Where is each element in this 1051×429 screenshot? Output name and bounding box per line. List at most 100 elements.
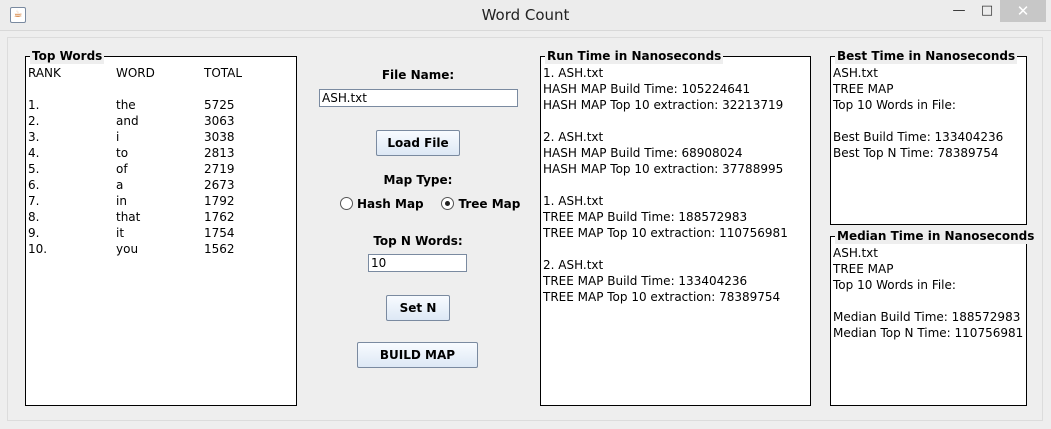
- word-cell: the: [116, 98, 136, 112]
- minimize-button[interactable]: —: [944, 0, 974, 22]
- table-header-row: RANK WORD TOTAL: [28, 65, 294, 81]
- rank-header: RANK: [28, 66, 61, 80]
- total-cell: 1792: [204, 194, 235, 208]
- run-time-line: TREE MAP Build Time: 188572983: [543, 210, 748, 224]
- blank-row: [28, 81, 294, 97]
- best-time-line: Best Top N Time: 78389754: [833, 146, 999, 160]
- run-time-line: 2. ASH.txt: [543, 258, 604, 272]
- table-row: 1. the 5725: [28, 97, 294, 113]
- word-cell: i: [116, 130, 120, 144]
- run-time-line: 1. ASH.txt: [543, 194, 604, 208]
- word-cell: it: [116, 226, 125, 240]
- tree-map-label[interactable]: Tree Map: [458, 197, 520, 211]
- word-cell: you: [116, 242, 139, 256]
- content-panel: Top Words RANK WORD TOTAL 1. the 5725 2. and…: [7, 37, 1043, 421]
- rank-cell: 10.: [28, 242, 48, 256]
- run-time-line: 2. ASH.txt: [543, 130, 604, 144]
- median-time-line: TREE MAP: [833, 262, 894, 276]
- total-cell: 1754: [204, 226, 235, 240]
- rank-cell: 6.: [28, 178, 40, 192]
- word-header: WORD: [116, 66, 155, 80]
- total-cell: 1562: [204, 242, 235, 256]
- median-time-line: Top 10 Words in File:: [833, 278, 956, 292]
- run-time-line: TREE MAP Top 10 extraction: 78389754: [543, 290, 781, 304]
- load-file-button[interactable]: Load File: [376, 130, 460, 156]
- median-time-legend: Median Time in Nanoseconds: [835, 228, 1037, 244]
- best-time-text[interactable]: ASH.txt TREE MAP Top 10 Words in File: Best…: [833, 65, 1024, 222]
- map-type-label: Map Type:: [383, 173, 453, 187]
- hash-map-label[interactable]: Hash Map: [357, 197, 424, 211]
- tree-map-option[interactable]: Tree Map: [441, 196, 534, 211]
- word-cell: of: [116, 162, 128, 176]
- top-words-legend: Top Words: [30, 48, 105, 64]
- maximize-button[interactable]: □: [974, 0, 1000, 22]
- window-title: Word Count: [481, 6, 570, 24]
- run-time-legend: Run Time in Nanoseconds: [545, 48, 724, 64]
- hash-map-radio[interactable]: [340, 197, 353, 210]
- run-time-line: TREE MAP Build Time: 133404236: [543, 274, 748, 288]
- rank-cell: 1.: [28, 98, 40, 112]
- run-time-line: [543, 241, 808, 257]
- median-time-line: [833, 293, 1024, 309]
- set-n-button[interactable]: Set N: [386, 295, 450, 321]
- total-cell: 2813: [204, 146, 235, 160]
- run-time-line: [543, 113, 808, 129]
- rank-cell: 9.: [28, 226, 40, 240]
- tree-map-radio[interactable]: [441, 197, 455, 210]
- file-name-input[interactable]: [319, 89, 518, 107]
- total-cell: 3063: [204, 114, 235, 128]
- median-time-line: ASH.txt: [833, 246, 878, 260]
- run-time-line: TREE MAP Top 10 extraction: 110756981: [543, 226, 788, 240]
- total-header: TOTAL: [204, 66, 243, 80]
- table-row: 6. a 2673: [28, 177, 294, 193]
- run-time-line: 1. ASH.txt: [543, 66, 604, 80]
- median-time-text[interactable]: ASH.txt TREE MAP Top 10 Words in File: Medi…: [833, 245, 1024, 403]
- median-time-line: Median Build Time: 188572983: [833, 310, 1021, 324]
- rank-cell: 4.: [28, 146, 40, 160]
- table-row: 10. you 1562: [28, 241, 294, 257]
- table-row: 5. of 2719: [28, 161, 294, 177]
- rank-cell: 3.: [28, 130, 40, 144]
- run-time-line: HASH MAP Top 10 extraction: 32213719: [543, 98, 784, 112]
- top-words-panel: Top Words RANK WORD TOTAL 1. the 5725 2. and…: [25, 48, 297, 406]
- word-rows: 1. the 5725 2. and 3063 3. i 3038 4. to 2813 5. of 271…: [28, 97, 294, 257]
- table-row: 3. i 3038: [28, 129, 294, 145]
- total-cell: 5725: [204, 98, 235, 112]
- build-map-button[interactable]: BUILD MAP: [357, 342, 478, 368]
- word-cell: a: [116, 178, 124, 192]
- run-time-text[interactable]: 1. ASH.txt HASH MAP Build Time: 105224641…: [543, 65, 808, 403]
- file-name-label: File Name:: [381, 68, 455, 82]
- rank-cell: 5.: [28, 162, 40, 176]
- word-cell: that: [116, 210, 141, 224]
- run-time-line: [543, 177, 808, 193]
- run-time-line: HASH MAP Build Time: 68908024: [543, 146, 743, 160]
- table-row: 9. it 1754: [28, 225, 294, 241]
- top-n-input[interactable]: [368, 254, 467, 272]
- table-row: 7. in 1792: [28, 193, 294, 209]
- rank-cell: 7.: [28, 194, 40, 208]
- run-time-panel: Run Time in Nanoseconds 1. ASH.txt HASH M…: [540, 48, 811, 406]
- top-words-list[interactable]: RANK WORD TOTAL 1. the 5725 2. and 3063 3. i 303…: [28, 65, 294, 403]
- best-time-legend: Best Time in Nanoseconds: [835, 48, 1018, 64]
- best-time-line: Best Build Time: 133404236: [833, 130, 1004, 144]
- rank-cell: 2.: [28, 114, 40, 128]
- close-button[interactable]: ✕: [1000, 0, 1046, 22]
- word-cell: to: [116, 146, 129, 160]
- best-time-line: [833, 113, 1024, 129]
- median-time-panel: Median Time in Nanoseconds ASH.txt TREE M…: [830, 228, 1037, 406]
- best-time-line: Top 10 Words in File:: [833, 98, 956, 112]
- word-cell: and: [116, 114, 139, 128]
- total-cell: 2719: [204, 162, 235, 176]
- table-row: 2. and 3063: [28, 113, 294, 129]
- title-bar: ☕ Word Count — □ ✕: [0, 0, 1051, 31]
- total-cell: 1762: [204, 210, 235, 224]
- word-cell: in: [116, 194, 127, 208]
- best-time-line: TREE MAP: [833, 82, 894, 96]
- run-time-line: HASH MAP Build Time: 105224641: [543, 82, 751, 96]
- hash-map-option[interactable]: Hash Map: [340, 196, 441, 211]
- rank-cell: 8.: [28, 210, 40, 224]
- total-cell: 2673: [204, 178, 235, 192]
- run-time-line: HASH MAP Top 10 extraction: 37788995: [543, 162, 784, 176]
- best-time-line: ASH.txt: [833, 66, 878, 80]
- best-time-panel: Best Time in Nanoseconds ASH.txt TREE MAP…: [830, 48, 1027, 225]
